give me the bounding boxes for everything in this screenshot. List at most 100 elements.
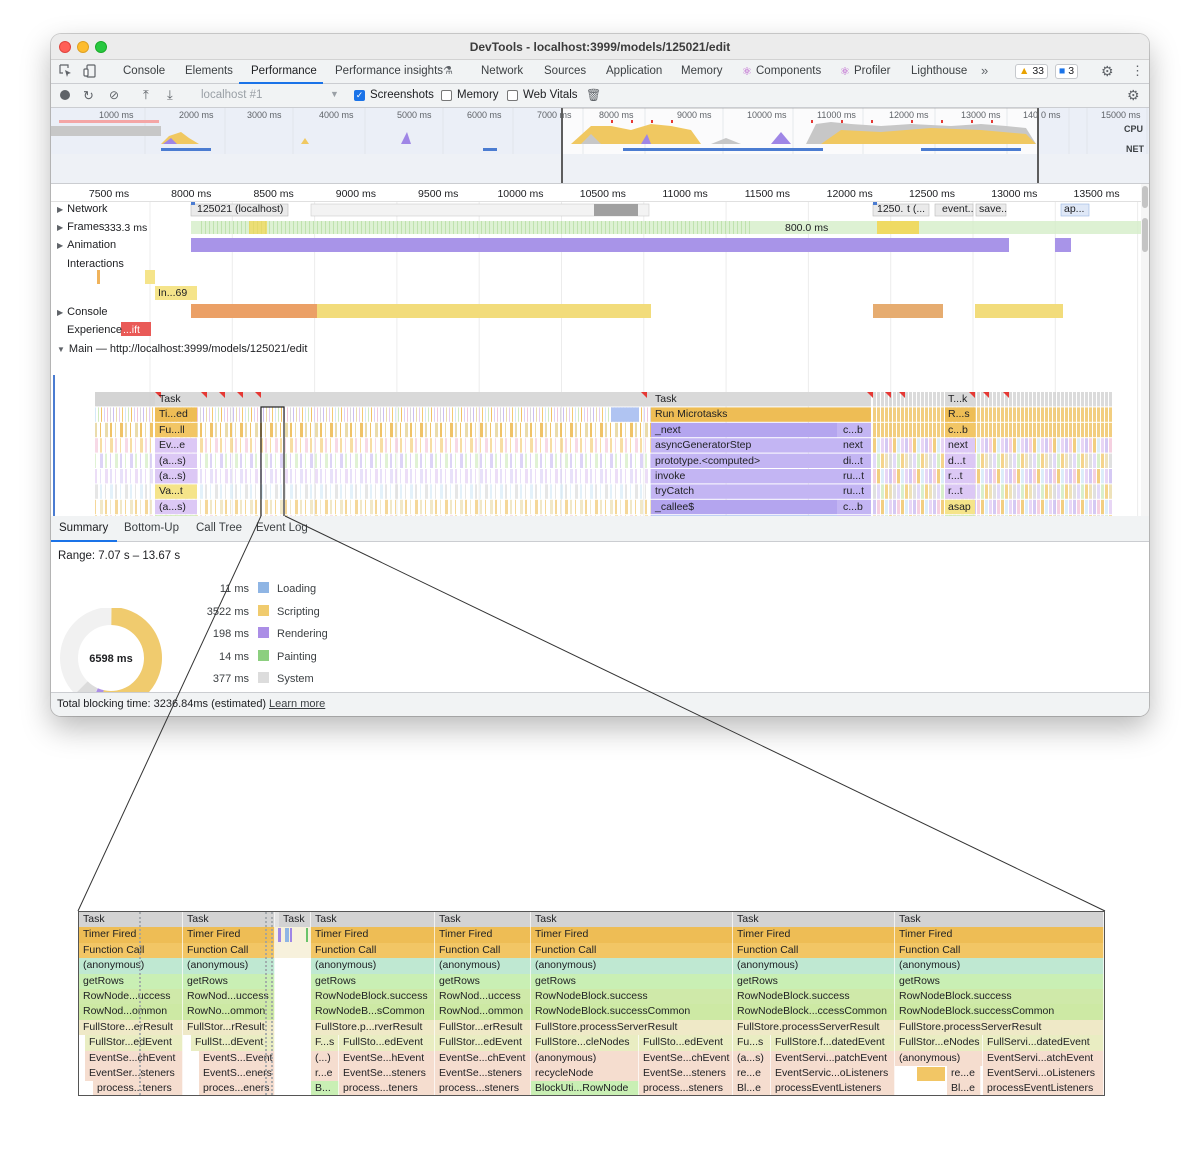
zoom-flame-entry[interactable]: getRows: [183, 973, 275, 989]
zoom-flame-entry[interactable]: EventSe...steners: [639, 1066, 733, 1082]
flame-entry[interactable]: r...t: [948, 484, 963, 499]
zoom-flame-entry[interactable]: (anonymous): [531, 958, 733, 974]
zoom-flame-entry[interactable]: Task: [733, 912, 895, 928]
zoom-flame-entry[interactable]: processEventListeners: [771, 1081, 895, 1095]
zoom-flame-entry[interactable]: FullStore.p...rverResult: [311, 1019, 435, 1036]
flame-entry[interactable]: asap: [948, 500, 971, 515]
zoom-flame-entry[interactable]: Timer Fired: [531, 927, 733, 943]
tab-sources[interactable]: Sources: [544, 65, 586, 77]
memory-checkbox[interactable]: [441, 90, 452, 101]
flame-entry[interactable]: d...t: [948, 454, 966, 469]
capture-settings-gear-icon[interactable]: ⚙: [1127, 87, 1140, 104]
flame-entry[interactable]: Task: [159, 392, 181, 407]
more-options-icon[interactable]: ⋮: [1131, 63, 1144, 79]
zoom-flame-entry[interactable]: Bl...e: [733, 1081, 771, 1095]
zoom-flame-entry[interactable]: RowNodeBlock...ccessCommon: [733, 1004, 895, 1020]
zoom-flame-entry[interactable]: (anonymous): [435, 958, 531, 974]
zoom-flame-entry[interactable]: FullStore.processServerResult: [895, 1019, 1104, 1036]
zoom-flame-entry[interactable]: Timer Fired: [311, 927, 435, 943]
flame-entry[interactable]: next: [843, 438, 863, 453]
zoom-flame-entry[interactable]: (anonymous): [895, 958, 1104, 974]
zoom-flame-entry[interactable]: process...teners: [339, 1081, 435, 1095]
zoom-flame-entry[interactable]: RowNodeBlock.success: [531, 989, 733, 1005]
flame-entry[interactable]: c...b: [948, 423, 968, 438]
zoom-flame-entry[interactable]: (a...s): [733, 1050, 771, 1066]
track-frames[interactable]: ▶ Frames: [57, 221, 104, 233]
zoom-flame-entry[interactable]: process...steners: [639, 1081, 733, 1095]
zoom-flame-entry[interactable]: FullSto...edEvent: [639, 1035, 733, 1051]
zoom-flame-entry[interactable]: RowNod...uccess: [435, 989, 531, 1005]
track-experience[interactable]: Experience: [57, 324, 122, 336]
target-select[interactable]: localhost #1: [201, 89, 262, 101]
flame-entry[interactable]: Fu...ll: [159, 423, 185, 438]
zoom-flame-entry[interactable]: RowNodeBlock.successCommon: [531, 1004, 733, 1020]
tab-bottom-up[interactable]: Bottom-Up: [124, 522, 179, 534]
flame-entry[interactable]: _next: [655, 423, 681, 438]
tab-elements[interactable]: Elements: [185, 65, 233, 77]
flame-entry[interactable]: R...s: [948, 407, 970, 422]
zoom-flame-entry[interactable]: EventSe...chEvent: [85, 1050, 183, 1066]
tracks-scrollbar[interactable]: [1141, 184, 1149, 516]
zoom-flame-entry[interactable]: BlockUti...RowNode: [531, 1081, 639, 1095]
zoom-flame-entry[interactable]: Timer Fired: [79, 927, 183, 943]
tab-performance[interactable]: Performance: [251, 65, 317, 77]
zoom-flame-entry[interactable]: Task: [531, 912, 733, 928]
zoom-flame-entry[interactable]: Task: [183, 912, 275, 928]
zoom-flame-entry[interactable]: EventS...eners: [199, 1066, 275, 1082]
zoom-flame-entry[interactable]: Fu...s: [733, 1035, 771, 1051]
zoom-flame-entry[interactable]: EventSe...steners: [435, 1066, 531, 1082]
network-request-label[interactable]: save..: [979, 203, 1007, 215]
flame-entry[interactable]: ru...t: [843, 484, 864, 499]
zoom-flame-entry[interactable]: (anonymous): [79, 958, 183, 974]
zoom-flame-entry[interactable]: RowNodeBlock.success: [733, 989, 895, 1005]
zoom-flame-entry[interactable]: FullStor...rResult: [183, 1019, 275, 1036]
web-vitals-checkbox[interactable]: [507, 90, 518, 101]
zoom-flame-entry[interactable]: FullStore.f...datedEvent: [771, 1035, 895, 1051]
flame-entry[interactable]: Va...t: [159, 484, 183, 499]
scroll-thumb[interactable]: [1142, 218, 1148, 252]
zoom-flame-entry[interactable]: getRows: [311, 973, 435, 989]
garbage-collect-icon[interactable]: 🗑: [586, 88, 601, 102]
inspect-element-icon[interactable]: [59, 64, 73, 81]
timeline-tracks[interactable]: ▶ Network 125021 (localhost) 1250. t (...…: [51, 202, 1141, 516]
flame-entry[interactable]: T...k: [948, 392, 967, 407]
flame-entry[interactable]: Run Microtasks: [655, 407, 727, 422]
settings-gear-icon[interactable]: ⚙: [1101, 63, 1114, 80]
zoom-flame-entry[interactable]: FullStore...cleNodes: [531, 1035, 639, 1051]
zoom-flame-entry[interactable]: getRows: [79, 973, 183, 989]
track-network[interactable]: ▶ Network: [57, 203, 108, 215]
flame-entry[interactable]: (a...s): [159, 469, 186, 484]
zoom-flame-entry[interactable]: re...e: [947, 1066, 981, 1082]
flame-entry[interactable]: (a...s): [159, 500, 186, 515]
zoom-flame-entry[interactable]: getRows: [531, 973, 733, 989]
clear-icon[interactable]: ⊘: [109, 88, 119, 102]
scroll-thumb[interactable]: [1142, 186, 1148, 208]
interaction-label[interactable]: In...69: [158, 287, 187, 299]
zoom-flame-entry[interactable]: RowNode...uccess: [79, 989, 183, 1005]
flame-entry[interactable]: invoke: [655, 469, 685, 484]
zoom-flame-entry[interactable]: Task: [279, 912, 311, 928]
zoom-flame-entry[interactable]: B...: [311, 1081, 339, 1095]
zoom-flame-entry[interactable]: (anonymous): [311, 958, 435, 974]
zoom-flame-entry[interactable]: Function Call: [895, 942, 1104, 959]
zoom-flame-entry[interactable]: Function Call: [183, 942, 275, 959]
network-request-label[interactable]: 1250.: [877, 203, 903, 215]
zoom-flame-entry[interactable]: Bl...e: [947, 1081, 981, 1095]
tab-memory[interactable]: Memory: [681, 65, 723, 77]
zoom-flame-entry[interactable]: r...e: [311, 1066, 339, 1082]
tab-application[interactable]: Application: [606, 65, 662, 77]
zoom-flame-entry[interactable]: RowNodeB...sCommon: [311, 1004, 435, 1020]
zoom-flame-entry[interactable]: EventSer...steners: [85, 1066, 183, 1082]
zoom-flame-entry[interactable]: FullStore...erResult: [79, 1019, 183, 1036]
flame-entry[interactable]: next: [948, 438, 968, 453]
flame-entry[interactable]: Task: [655, 392, 677, 407]
messages-badge[interactable]: ■ 3: [1055, 64, 1079, 79]
zoom-flame-entry[interactable]: Timer Fired: [733, 927, 895, 943]
track-main[interactable]: ▼ Main — http://localhost:3999/models/125…: [57, 343, 307, 355]
tab-network[interactable]: Network: [481, 65, 523, 77]
zoom-flame-entry[interactable]: Task: [895, 912, 1104, 928]
network-request-label[interactable]: ap...: [1064, 203, 1084, 215]
zoom-flame-entry[interactable]: getRows: [435, 973, 531, 989]
zoom-flame-entry[interactable]: (anonymous): [183, 958, 275, 974]
zoom-flame-entry[interactable]: FullStor...eNodes: [895, 1035, 983, 1051]
